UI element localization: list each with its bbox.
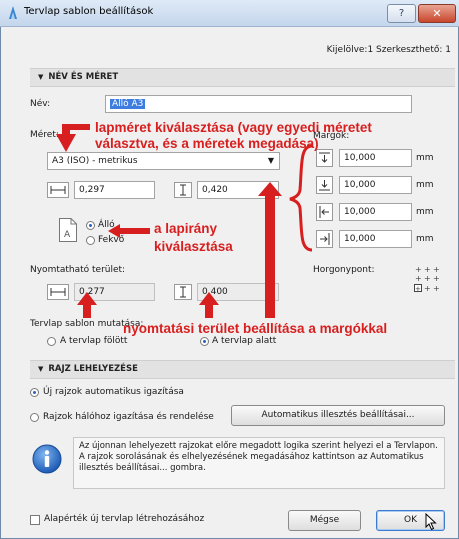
printable-height-annotation-arrow [199, 292, 219, 318]
size-annotation-text: lapméret kiválasztása (vagy egyedi méret… [95, 120, 372, 151]
size-annotation-arrow [56, 124, 90, 152]
annotation-layer [56, 124, 313, 318]
printable-width-annotation-arrow [77, 292, 97, 318]
orientation-annotation-arrow [108, 224, 150, 238]
orientation-annotation-text: a lapirány kiválasztása [154, 221, 233, 254]
printable-area-annotation-text: nyomtatási terület beállítása a margókka… [123, 321, 388, 336]
margins-brace [289, 144, 313, 252]
